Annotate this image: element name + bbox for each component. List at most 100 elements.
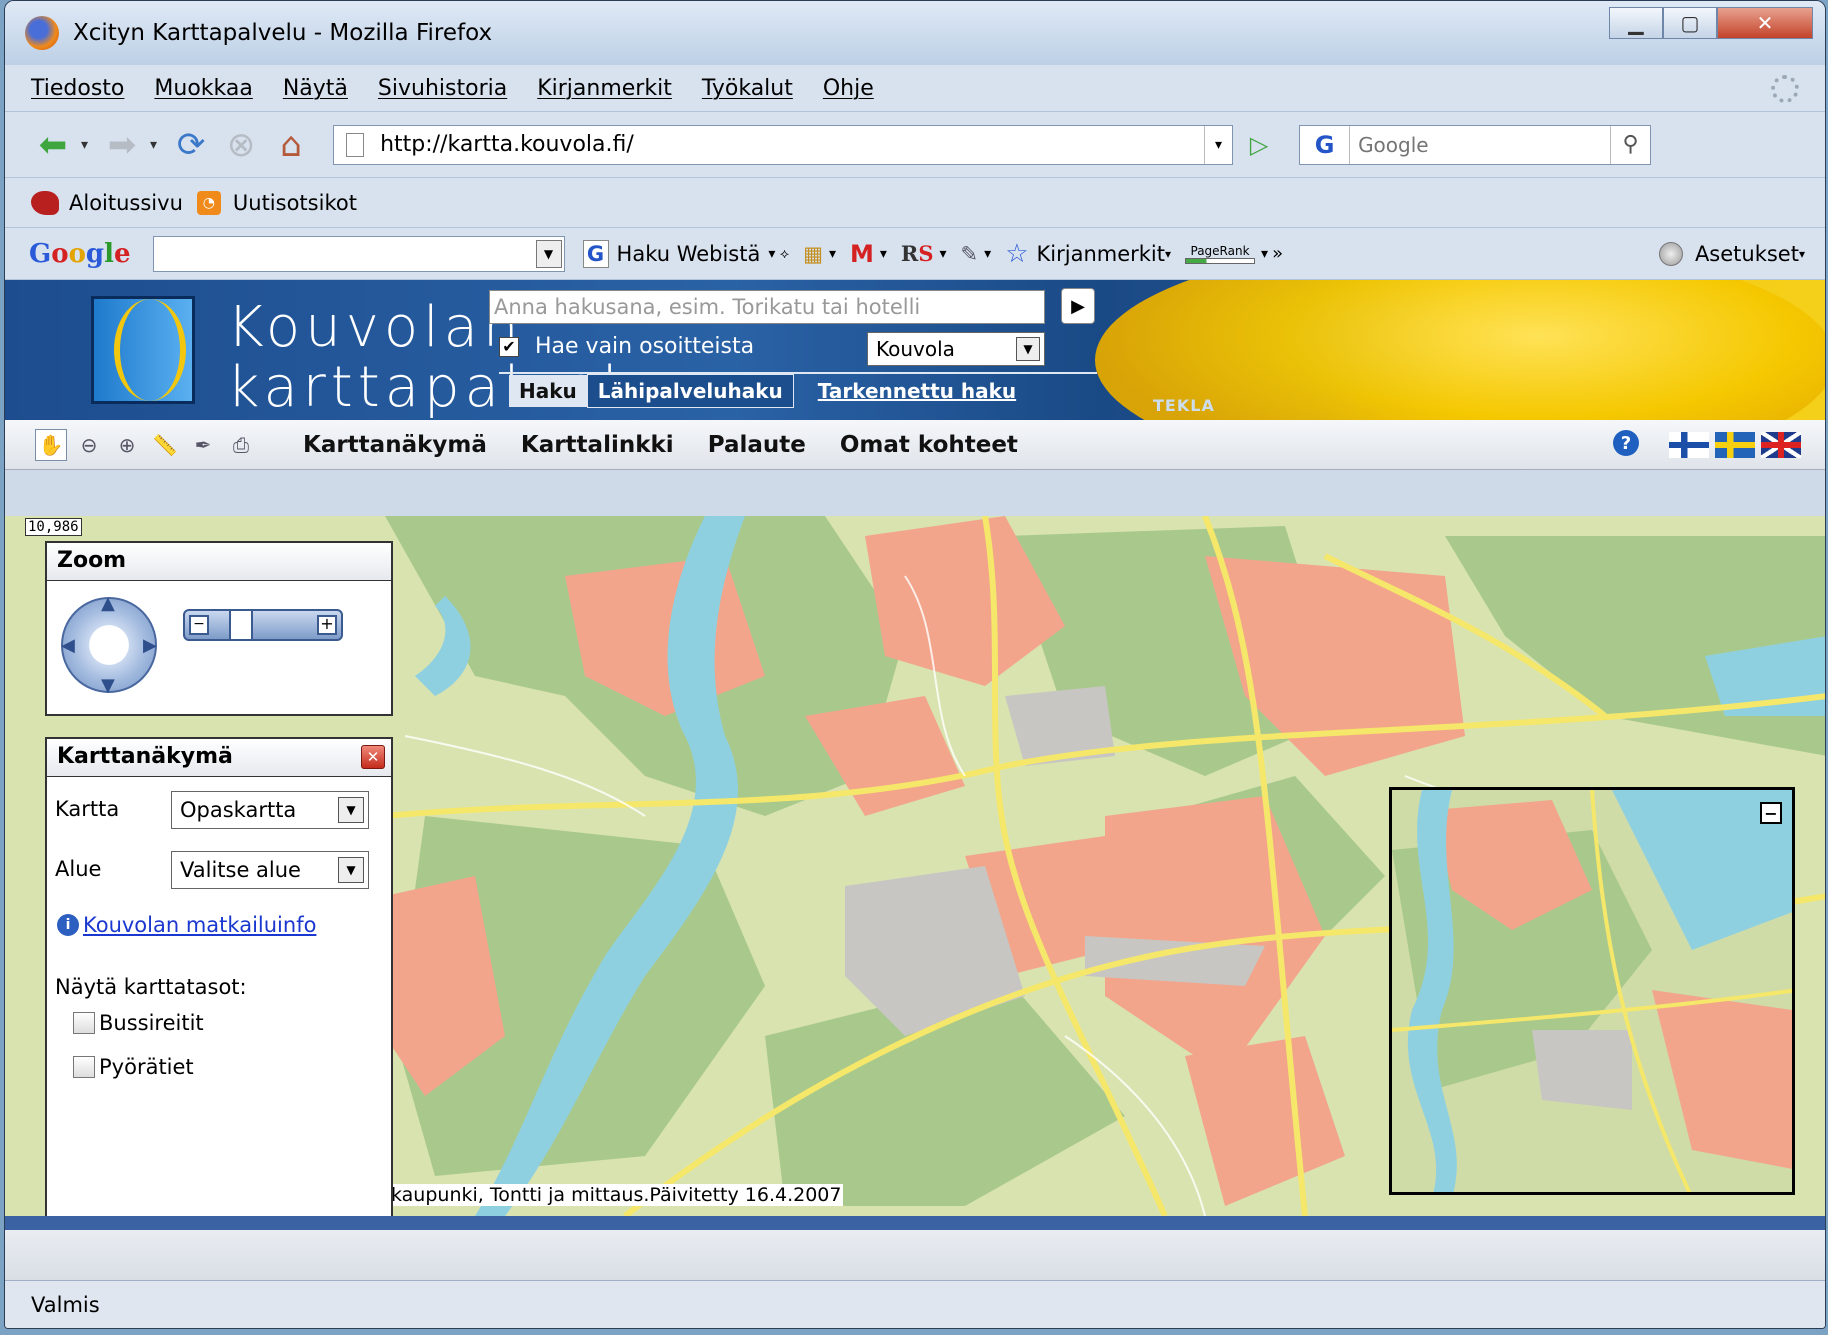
web-search-button[interactable]: G Haku Webistä ▾ ⟡ [582, 239, 789, 268]
bookmarks-bar: Aloitussivu ◔ Uutisotsikot [5, 178, 1825, 228]
menu-karttalinkki[interactable]: Karttalinkki [521, 432, 674, 458]
menu-karttanakyma[interactable]: Karttanäkymä [303, 432, 487, 458]
finnish-flag-icon[interactable] [1669, 432, 1709, 458]
draw-pen-icon[interactable]: ✒ [187, 429, 219, 461]
url-dropdown-icon[interactable]: ▾ [1204, 125, 1232, 164]
menu-tyokalut[interactable]: Työkalut [702, 76, 793, 101]
firefox-icon [25, 16, 59, 50]
zoom-plus-icon[interactable]: + [317, 615, 337, 635]
search-icon[interactable]: ⚲ [1610, 125, 1650, 164]
layer-bussireitit[interactable]: Bussireitit [73, 1011, 204, 1035]
stop-icon[interactable]: ⊗ [219, 123, 263, 167]
window-controls: ▁ ▢ ✕ [1609, 7, 1813, 39]
chevron-down-icon[interactable]: ▼ [535, 239, 562, 268]
pan-south-icon[interactable]: ▼ [101, 675, 115, 696]
city-select-value: Kouvola [876, 337, 955, 361]
swedish-flag-icon[interactable] [1715, 432, 1755, 458]
measure-ruler-icon[interactable]: 📏 [149, 429, 181, 461]
navigation-bar: ⬅ ▾ ➡ ▾ ⟳ ⊗ ⌂ http://kartta.kouvola.fi/ … [5, 112, 1825, 178]
address-only-checkbox[interactable]: ✔ Hae vain osoitteista [499, 334, 754, 359]
close-icon[interactable]: ✕ [361, 745, 385, 769]
pan-east-icon[interactable]: ▶ [143, 635, 157, 656]
chevron-down-icon[interactable]: ▼ [1016, 337, 1040, 361]
menu-ohje[interactable]: Ohje [823, 76, 874, 101]
overview-map[interactable]: − [1389, 787, 1795, 1195]
alue-select[interactable]: Valitse alue ▼ [171, 851, 369, 889]
pyoratiet-checkbox[interactable] [73, 1056, 95, 1078]
tab-lahipalveluhaku[interactable]: Lähipalveluhaku [586, 374, 794, 408]
kartta-select[interactable]: Opaskartta ▼ [171, 791, 369, 829]
chevron-down-icon[interactable]: ▼ [338, 857, 364, 883]
status-text: Valmis [31, 1293, 100, 1317]
menu-bar: Tiedosto Muokkaa Näytä Sivuhistoria Kirj… [5, 65, 1825, 112]
bussireitit-checkbox[interactable] [73, 1012, 95, 1034]
menu-omat-kohteet[interactable]: Omat kohteet [840, 432, 1018, 458]
popup-blocker-button[interactable]: ▦ ▾ [803, 242, 836, 266]
layers-title: Näytä karttatasot: [55, 975, 247, 999]
browser-search-input[interactable] [1350, 132, 1581, 157]
back-dropdown-icon[interactable]: ▾ [81, 137, 88, 153]
title-bar: Xcityn Karttapalvelu - Mozilla Firefox ▁… [5, 1, 1825, 65]
minimize-button[interactable]: ▁ [1609, 7, 1663, 39]
city-select[interactable]: Kouvola ▼ [867, 332, 1045, 366]
help-icon[interactable]: ? [1613, 430, 1639, 456]
bookmarks-label: Kirjanmerkit [1036, 241, 1166, 266]
menu-sivuhistoria[interactable]: Sivuhistoria [378, 76, 507, 101]
pagerank-indicator[interactable]: PageRank ▾ » [1185, 244, 1283, 264]
translate-button[interactable]: ✎ ▾ [961, 242, 992, 266]
google-toolbar-search-input[interactable]: ▼ [152, 235, 565, 272]
rss-icon: ◔ [196, 190, 221, 215]
bookmark-uutisotsikot[interactable]: Uutisotsikot [233, 191, 357, 215]
advanced-search-link[interactable]: Tarkennettu haku [818, 379, 1016, 403]
maximize-button[interactable]: ▢ [1663, 7, 1717, 39]
map-search-input[interactable]: Anna hakusana, esim. Torikatu tai hotell… [489, 290, 1045, 324]
close-button[interactable]: ✕ [1717, 7, 1813, 39]
gmail-button[interactable]: M ▾ [850, 240, 887, 268]
zoom-slider-thumb[interactable] [229, 609, 253, 641]
url-bar[interactable]: http://kartta.kouvola.fi/ ▾ [333, 124, 1234, 165]
google-logo: Google [29, 238, 131, 269]
menu-tiedosto[interactable]: Tiedosto [31, 76, 124, 101]
pan-hand-icon[interactable]: ✋ [35, 428, 67, 461]
pan-control[interactable]: ▲ ▼ ◀ ▶ [61, 593, 157, 696]
google-g-icon: G [582, 239, 609, 268]
matkailuinfo-link[interactable]: Kouvolan matkailuinfo [83, 913, 316, 937]
settings-button[interactable]: Asetukset ▾ [1658, 241, 1805, 266]
search-engine-icon[interactable]: G [1300, 125, 1351, 164]
print-icon[interactable]: ⎙ [225, 429, 257, 461]
zoom-in-icon[interactable]: ⊕ [111, 429, 143, 461]
url-text[interactable]: http://kartta.kouvola.fi/ [380, 132, 634, 157]
map-search-go-button[interactable]: ▶ [1061, 288, 1095, 324]
kartta-select-value: Opaskartta [180, 798, 297, 822]
zoom-panel: Zoom ▲ ▼ ◀ ▶ − + [45, 541, 393, 716]
minimize-overview-icon[interactable]: − [1760, 802, 1782, 824]
checkbox-checked-icon[interactable]: ✔ [499, 336, 519, 357]
bookmarks-button[interactable]: ☆ Kirjanmerkit ▾ [1005, 239, 1171, 269]
page-footer [5, 1230, 1825, 1280]
menu-nayta[interactable]: Näytä [283, 76, 348, 101]
zoom-slider[interactable]: − + [183, 609, 343, 641]
zoom-minus-icon[interactable]: − [189, 615, 209, 635]
uk-flag-icon[interactable] [1761, 432, 1801, 458]
forward-icon[interactable]: ➡ [100, 123, 144, 167]
pan-north-icon[interactable]: ▲ [101, 593, 115, 614]
menu-muokkaa[interactable]: Muokkaa [154, 76, 252, 101]
overview-map-image[interactable] [1392, 790, 1795, 1195]
bookmark-aloitussivu[interactable]: Aloitussivu [69, 191, 183, 215]
more-chevron[interactable]: » [1272, 244, 1283, 262]
zoom-out-icon[interactable]: ⊖ [73, 429, 105, 461]
back-icon[interactable]: ⬅ [31, 123, 75, 167]
pan-west-icon[interactable]: ◀ [61, 635, 75, 656]
menu-kirjanmerkit[interactable]: Kirjanmerkit [537, 76, 672, 101]
chevron-down-icon[interactable]: ▼ [338, 797, 364, 823]
reload-icon[interactable]: ⟳ [169, 123, 213, 167]
layer-pyoratiet[interactable]: Pyörätiet [73, 1055, 194, 1079]
rss-reader-button[interactable]: RS ▾ [901, 241, 947, 266]
info-link-row: i Kouvolan matkailuinfo [57, 913, 316, 937]
zoom-panel-title: Zoom [47, 543, 391, 581]
go-icon[interactable]: ▷ [1239, 125, 1279, 165]
forward-dropdown-icon[interactable]: ▾ [150, 137, 157, 153]
home-icon[interactable]: ⌂ [269, 123, 313, 167]
tab-haku[interactable]: Haku [509, 375, 587, 407]
menu-palaute[interactable]: Palaute [708, 432, 806, 458]
